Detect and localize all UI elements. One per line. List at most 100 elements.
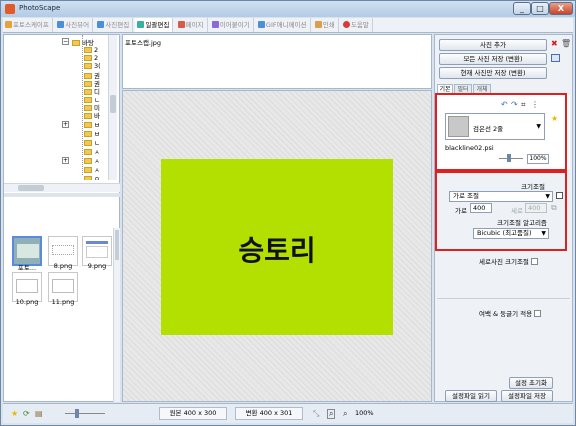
tree-item[interactable]: ㅂ [84, 128, 100, 138]
panel-splitter[interactable] [4, 193, 120, 197]
tab-page[interactable]: 페이지 [176, 18, 208, 32]
print-tab-icon [314, 21, 322, 28]
folder-icon[interactable]: ▤ [35, 410, 43, 418]
actual-size-icon[interactable]: ⌕ [327, 409, 336, 419]
tree-item[interactable]: ㅅ [84, 164, 100, 174]
tab-label: 일괄편집 [145, 21, 170, 29]
scroll-thumb[interactable] [115, 230, 119, 260]
tab-label: 이어붙이기 [219, 21, 250, 29]
minimize-button[interactable]: _ [513, 2, 531, 15]
margin-round-checkbox[interactable] [534, 310, 542, 317]
add-photo-button[interactable]: 사진 추가 [439, 39, 547, 51]
tree-vertical-scrollbar[interactable] [108, 35, 117, 180]
tab-batch-editor[interactable]: 일괄편집 [135, 18, 174, 32]
portrait-resize-row[interactable]: 세로사진 크기조절 [479, 256, 538, 266]
thumbnail-image [52, 279, 74, 293]
tree-item[interactable]: ㅇ [84, 173, 100, 180]
tree-guide-line [82, 35, 83, 175]
tab-label: 사진편집 [105, 21, 130, 29]
save-current-button[interactable]: 현재 사진만 저장 (변환) [439, 67, 547, 79]
thumbnail-image [52, 245, 74, 255]
converted-size-field: 변환 400 x 301 [235, 407, 303, 420]
tab-label: 도움말 [350, 21, 369, 29]
settings-panel: 사진 추가 ✖ 🗑 모든 사진 저장 (변환) 현재 사진만 저장 (변환) 기… [434, 34, 573, 402]
preview-image-text: 승토리 [238, 234, 316, 267]
highlight-resize [435, 171, 567, 251]
trash-icon[interactable]: 🗑 [561, 40, 571, 48]
tab-photoscape[interactable]: 포토스케이프 [3, 18, 53, 32]
margin-round-row[interactable]: 여백 & 둥글기 적용 [479, 308, 542, 318]
gif-tab-icon [257, 21, 265, 28]
tab-help[interactable]: 도움말 [341, 18, 373, 32]
list-view-icon[interactable] [551, 54, 560, 62]
section-divider [437, 298, 570, 299]
scroll-thumb[interactable] [18, 185, 44, 191]
portrait-resize-checkbox[interactable] [530, 258, 538, 265]
tab-print[interactable]: 인쇄 [313, 18, 339, 32]
thumbnail-label: 8.png [53, 262, 73, 270]
tree-item-label: 2 [94, 46, 99, 54]
thumbnail-scrollbar[interactable] [113, 228, 120, 402]
status-bar: ★ ⟳ ▤ 원본 400 x 300 변환 400 x 301 ⤡ ⌕ ⌕ 10… [3, 403, 573, 423]
tab-label: 포토스케이프 [13, 21, 49, 29]
main-tab-bar: 포토스케이프 사진뷰어 사진편집 일괄편집 페이지 이어붙이기 GIF애니메이션… [3, 18, 573, 33]
folder-icon [84, 63, 92, 69]
tree-item[interactable]: ㅅ [84, 146, 100, 156]
thumbnail-label: 9.png [87, 262, 107, 270]
preview-canvas: 승토리 [122, 90, 432, 402]
tab-label: GIF애니메이션 [265, 21, 307, 29]
tab-label: 인쇄 [322, 21, 335, 29]
thumbnail-image [17, 244, 39, 258]
slider-handle[interactable] [75, 409, 79, 418]
window-title: PhotoScape [19, 4, 61, 12]
tree-collapse-toggle[interactable]: − [62, 38, 69, 45]
left-panel: − 바탕 + + 2 2 3( 권 권 디 ㄴ 미 바 ㅂ ㅂ ㄴ ㅅ ㅅ ㅅ … [3, 34, 120, 402]
folder-icon [72, 40, 80, 46]
refresh-icon[interactable]: ⟳ [23, 410, 30, 418]
tree-item-label: 2 [94, 54, 99, 62]
fit-icon[interactable]: ⤡ [313, 410, 319, 418]
favorite-star-icon[interactable]: ★ [11, 410, 18, 418]
tree-item-label: ㅇ [94, 175, 100, 180]
thumbnail-image [86, 246, 108, 258]
tree-item-label: 3( [94, 62, 101, 70]
batch-tab-icon [137, 21, 145, 28]
zoom-icon[interactable]: ⌕ [343, 410, 347, 418]
tree-item[interactable]: ㅅ [84, 155, 100, 165]
thumbnail-size-slider[interactable] [65, 413, 105, 414]
margin-round-label: 여백 & 둥글기 적용 [479, 310, 533, 318]
maximize-button[interactable]: □ [531, 2, 549, 15]
tree-item[interactable]: ㄴ [84, 137, 100, 147]
tab-combine[interactable]: 이어붙이기 [210, 18, 254, 32]
save-settings-button[interactable]: 설정파일 저장 [501, 390, 553, 402]
close-button[interactable]: X [549, 2, 573, 15]
tab-label: 페이지 [185, 21, 204, 29]
tab-label: 사진뷰어 [65, 21, 90, 29]
viewer-tab-icon [57, 21, 65, 28]
thumbnail-image [16, 279, 38, 293]
remove-icon[interactable]: ✖ [551, 40, 558, 48]
folder-icon [84, 47, 92, 53]
tree-horizontal-scrollbar[interactable] [4, 183, 120, 192]
tree-item[interactable]: ㅂ [84, 119, 100, 129]
thumbnail-image [86, 241, 108, 244]
batch-file-list: 포토스캡.jpg [122, 34, 432, 89]
tree-expand-toggle[interactable]: + [62, 157, 69, 164]
preview-image: 승토리 [161, 159, 393, 335]
load-settings-button[interactable]: 설정파일 읽기 [445, 390, 497, 402]
portrait-resize-label: 세로사진 크기조절 [479, 258, 529, 266]
save-all-button[interactable]: 모든 사진 저장 (변환) [439, 53, 547, 65]
original-size-field: 원본 400 x 300 [159, 407, 227, 420]
tree-item[interactable]: 바 [84, 110, 100, 120]
folder-tree: − 바탕 + + 2 2 3( 권 권 디 ㄴ 미 바 ㅂ ㅂ ㄴ ㅅ ㅅ ㅅ … [4, 35, 120, 180]
tree-expand-toggle[interactable]: + [62, 121, 69, 128]
reset-settings-button[interactable]: 설정 초기화 [509, 377, 553, 389]
tab-editor[interactable]: 사진편집 [95, 18, 134, 32]
photoscape-logo-icon [5, 4, 15, 14]
tab-viewer[interactable]: 사진뷰어 [55, 18, 94, 32]
help-tab-icon [342, 21, 350, 28]
folder-icon [84, 176, 92, 180]
scroll-thumb[interactable] [110, 95, 116, 113]
tab-gif[interactable]: GIF애니메이션 [256, 18, 311, 32]
file-list-item[interactable]: 포토스캡.jpg [125, 37, 161, 47]
